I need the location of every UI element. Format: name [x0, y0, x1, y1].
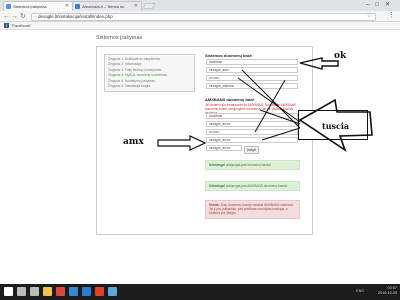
search-icon[interactable]: [17, 287, 26, 296]
explorer-icon[interactable]: [43, 287, 52, 296]
db-host-input[interactable]: localhost: [206, 59, 298, 65]
browser-toolbar: ← → ↻ ⓘ dexagle.lt/instaliacija/install/…: [0, 11, 400, 22]
amx-section-title: AMXBANS duomenų bazė: [205, 97, 255, 102]
facebook-icon: f: [4, 23, 9, 29]
alert-text: prisijungta prie duomenų bazės!: [225, 163, 272, 167]
page-title: Sistemos įrašymas: [96, 35, 143, 41]
app-icon[interactable]: [108, 287, 117, 296]
media-icon[interactable]: [95, 287, 104, 296]
tab-label: Sistemos įrašymas: [13, 4, 47, 9]
start-icon[interactable]: [4, 287, 13, 296]
browser-titlebar: Sistemos įrašymas ✕ Amonosis.lt – Temos …: [0, 0, 400, 11]
alert-text: Jūsų duomenų bazėje nerasta AMXBANS sist…: [209, 203, 294, 216]
menu-dots-icon[interactable]: ⋮: [388, 12, 395, 20]
bookmark-star-icon[interactable]: ☆: [367, 12, 372, 19]
steps-list: Žingsnis 1: Sutinkate su taisyklėmis Žin…: [104, 54, 195, 92]
tab-label: Amonosis.lt – Temos nu: [82, 4, 125, 9]
chrome-icon[interactable]: [56, 287, 65, 296]
bookmarks-bar: f "Facebook": [0, 22, 400, 30]
amx-user-input[interactable]: dexagle_amxx: [206, 121, 298, 127]
alert-bold: Sėkmingai: [209, 184, 225, 188]
amx-prefix-input[interactable]: dexagle_amxx: [206, 145, 242, 151]
step-item: Žingsnis 6: Instaliacija baigta: [108, 84, 151, 89]
window-controls[interactable]: –□✕: [366, 0, 396, 10]
annotation-amx: amx: [123, 137, 144, 147]
db-section-title: Sistemos duomenų bazė: [205, 53, 252, 58]
browser-tab[interactable]: Amonosis.lt – Temos nu ✕: [72, 1, 142, 11]
db-user-input[interactable]: dexagle_amx: [206, 67, 298, 73]
language-indicator[interactable]: ENG: [356, 289, 364, 293]
submit-button[interactable]: Įrašyti: [244, 146, 259, 154]
bookmark-facebook[interactable]: "Facebook": [11, 23, 31, 28]
error-alert: Klaida: Jūsų duomenų bazėje nerasta AMXB…: [205, 200, 300, 219]
site-favicon-icon: [75, 4, 80, 9]
store-icon[interactable]: [69, 287, 78, 296]
amx-password-input[interactable]: •••••••••: [206, 129, 298, 135]
tab-close-icon[interactable]: ✕: [65, 2, 69, 11]
clock-date: 2016.10.03: [377, 291, 397, 295]
tab-close-icon[interactable]: ✕: [134, 2, 138, 11]
browser-tab-active[interactable]: Sistemos įrašymas ✕: [3, 1, 73, 11]
new-tab-button[interactable]: [142, 3, 156, 9]
db-name-input[interactable]: dexagle_sistema: [206, 83, 298, 89]
taskbar: ENG 03:57 2016.10.03: [0, 284, 400, 300]
annotation-tuscia: tuscia: [322, 121, 350, 131]
alert-bold: Sėkmingai: [209, 163, 225, 167]
edge-icon[interactable]: [82, 287, 91, 296]
back-arrow-icon[interactable]: ←: [3, 12, 10, 21]
amx-host-input[interactable]: localhost: [206, 113, 298, 119]
success-alert-amx: Sėkmingai prisijungta prie AMXBANS duome…: [205, 181, 300, 192]
db-password-input[interactable]: •••••••••: [206, 75, 298, 81]
address-text: dexagle.lt/instaliacija/install/index.ph…: [38, 14, 113, 19]
system-clock[interactable]: 03:57 2016.10.03: [378, 286, 397, 296]
page-info-icon: ⓘ: [33, 14, 37, 19]
taskview-icon[interactable]: [30, 287, 39, 296]
reload-icon[interactable]: ↻: [20, 12, 26, 21]
forward-arrow-icon[interactable]: →: [11, 12, 18, 21]
annotation-ok: ok: [334, 51, 347, 61]
page-favicon-icon: [6, 4, 11, 9]
success-alert-db: Sėkmingai prisijungta prie duomenų bazės…: [205, 160, 300, 171]
address-bar[interactable]: ⓘ dexagle.lt/instaliacija/install/index.…: [31, 13, 376, 21]
alert-text: prisijungta prie AMXBANS duomenų bazės!: [225, 184, 288, 188]
amx-db-input[interactable]: dexagle_amxx: [206, 137, 298, 143]
